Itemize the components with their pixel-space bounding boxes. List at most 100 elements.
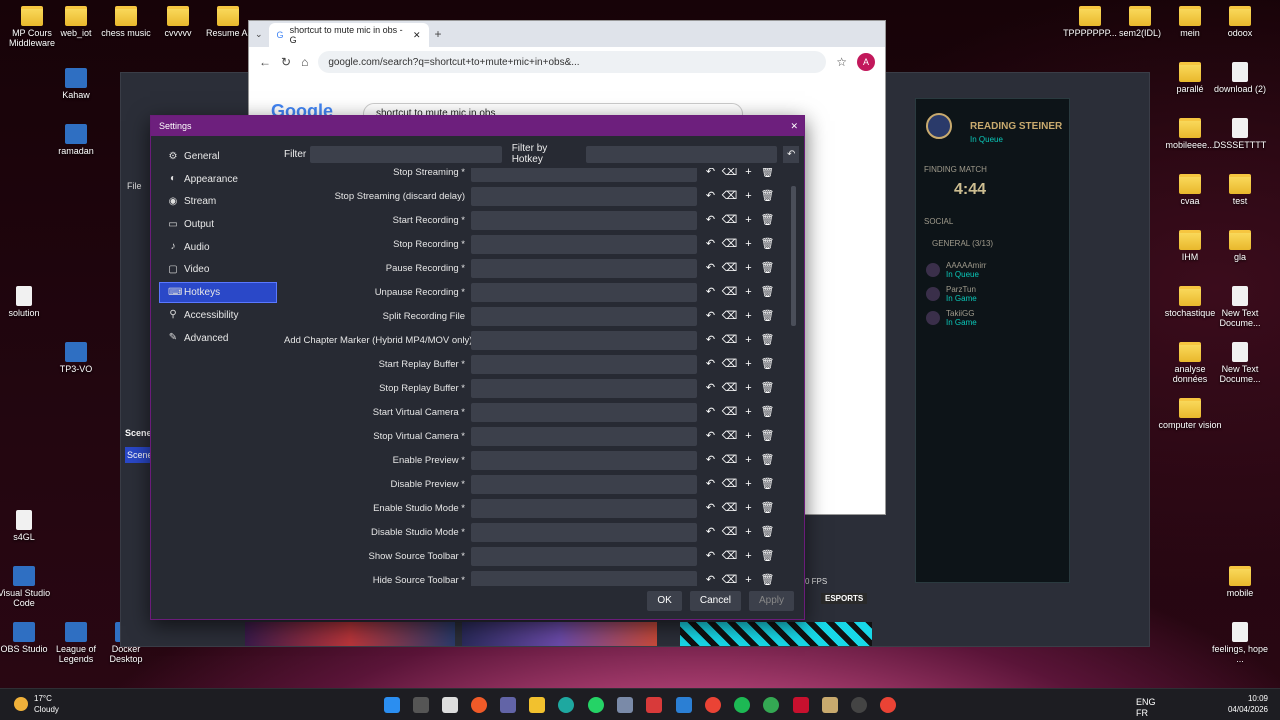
explorer-icon[interactable] [529,697,545,713]
revert-icon[interactable]: ↶ [701,211,720,230]
revert-icon[interactable]: ↶ [701,403,720,422]
trash-icon[interactable]: 🗑 [758,168,777,182]
add-icon[interactable]: + [739,379,758,398]
hotkey-input[interactable] [471,354,697,374]
clear-icon[interactable]: ⌫ [720,307,739,326]
clear-icon[interactable]: ⌫ [720,211,739,230]
sidebar-item-stream[interactable]: ◉ Stream [159,191,277,212]
revert-icon[interactable]: ↶ [701,187,720,206]
add-icon[interactable]: + [739,523,758,542]
home-icon[interactable]: ⌂ [301,55,308,69]
revert-icon[interactable]: ↶ [701,259,720,278]
trash-icon[interactable]: 🗑 [758,547,777,566]
weather-widget[interactable]: 17°C Cloudy [14,693,59,715]
sidebar-item-output[interactable]: ▭ Output [159,214,277,235]
revert-icon[interactable]: ↶ [701,168,720,182]
edge-icon[interactable] [558,697,574,713]
new-tab-icon[interactable]: + [435,27,442,41]
add-icon[interactable]: + [739,403,758,422]
whatsapp-icon[interactable] [588,697,604,713]
hotkey-input[interactable] [471,450,697,470]
hotkey-input[interactable] [471,426,697,446]
sidebar-item-video[interactable]: ▢ Video [159,259,277,280]
clear-icon[interactable]: ⌫ [720,331,739,350]
filter-reset-icon[interactable]: ↶ [783,145,800,163]
app-icon-4[interactable] [793,697,809,713]
profile-avatar[interactable]: A [857,53,875,71]
desktop-icon[interactable]: TP3-VO [44,342,108,374]
clear-icon[interactable]: ⌫ [720,283,739,302]
add-icon[interactable]: + [739,499,758,518]
clear-icon[interactable]: ⌫ [720,451,739,470]
sidebar-item-accessibility[interactable]: ⚲ Accessibility [159,305,277,326]
tab-close-icon[interactable]: ✕ [413,30,421,41]
revert-icon[interactable]: ↶ [701,235,720,254]
trash-icon[interactable]: 🗑 [758,211,777,230]
revert-icon[interactable]: ↶ [701,547,720,566]
clear-icon[interactable]: ⌫ [720,379,739,398]
hotkey-input[interactable] [471,498,697,518]
scrollbar[interactable] [791,186,796,326]
revert-icon[interactable]: ↶ [701,451,720,470]
trash-icon[interactable]: 🗑 [758,355,777,374]
clear-icon[interactable]: ⌫ [720,547,739,566]
filter-input[interactable] [310,145,502,163]
trash-icon[interactable]: 🗑 [758,475,777,494]
vscode-icon[interactable] [676,697,692,713]
app-icon[interactable] [471,697,487,713]
reload-icon[interactable]: ↻ [281,55,291,69]
cancel-button[interactable]: Cancel [689,591,741,611]
clear-icon[interactable]: ⌫ [720,475,739,494]
revert-icon[interactable]: ↶ [701,307,720,326]
hotkey-input[interactable] [471,306,697,326]
desktop-icon[interactable]: odoox [1208,6,1272,38]
friend-item[interactable]: TakiiGG In Game [926,309,1061,327]
add-icon[interactable]: + [739,331,758,350]
clear-icon[interactable]: ⌫ [720,355,739,374]
desktop-icon[interactable]: feelings, hope ... [1208,622,1272,664]
chrome-icon[interactable] [705,697,721,713]
desktop-icon[interactable]: computer vision [1158,398,1222,430]
add-icon[interactable]: + [739,259,758,278]
revert-icon[interactable]: ↶ [701,475,720,494]
trash-icon[interactable]: 🗑 [758,499,777,518]
trash-icon[interactable]: 🗑 [758,571,777,587]
desktop-icon[interactable]: DSSSETTTT [1208,118,1272,150]
obs-icon[interactable] [851,697,867,713]
hotkey-input[interactable] [471,522,697,542]
desktop-icon[interactable]: Kahaw [44,68,108,100]
friend-item[interactable]: AAAAAmirr In Queue [926,261,1061,279]
tray-lang[interactable]: ENG FR [1136,697,1196,719]
friend-group[interactable]: GENERAL (3/13) [932,239,993,248]
tab-list-icon[interactable]: ⌄ [255,29,263,40]
trash-icon[interactable]: 🗑 [758,259,777,278]
add-icon[interactable]: + [739,307,758,326]
desktop-icon[interactable]: New Text Docume... [1208,286,1272,328]
ok-button[interactable]: OK [647,591,682,611]
desktop-icon[interactable]: mobile [1208,566,1272,598]
desktop-icon[interactable]: download (2) [1208,62,1272,94]
add-icon[interactable]: + [739,475,758,494]
trash-icon[interactable]: 🗑 [758,331,777,350]
hotkey-input[interactable] [471,474,697,494]
chrome-icon-3[interactable] [880,697,896,713]
start-icon[interactable] [384,697,400,713]
sidebar-item-general[interactable]: ⚙ General [159,146,277,167]
revert-icon[interactable]: ↶ [701,379,720,398]
add-icon[interactable]: + [739,427,758,446]
desktop-icon[interactable]: Visual Studio Code [0,566,56,608]
revert-icon[interactable]: ↶ [701,499,720,518]
revert-icon[interactable]: ↶ [701,331,720,350]
teams-icon[interactable] [500,697,516,713]
filter-hotkey-input[interactable] [585,145,778,163]
sidebar-item-advanced[interactable]: ✎ Advanced [159,328,277,349]
scene-item[interactable]: Scene [125,447,153,463]
add-icon[interactable]: + [739,283,758,302]
close-icon[interactable]: ✕ [790,121,798,132]
clear-icon[interactable]: ⌫ [720,259,739,278]
add-icon[interactable]: + [739,571,758,587]
clear-icon[interactable]: ⌫ [720,403,739,422]
bookmark-star-icon[interactable]: ☆ [836,55,847,69]
clear-icon[interactable]: ⌫ [720,523,739,542]
add-icon[interactable]: + [739,355,758,374]
